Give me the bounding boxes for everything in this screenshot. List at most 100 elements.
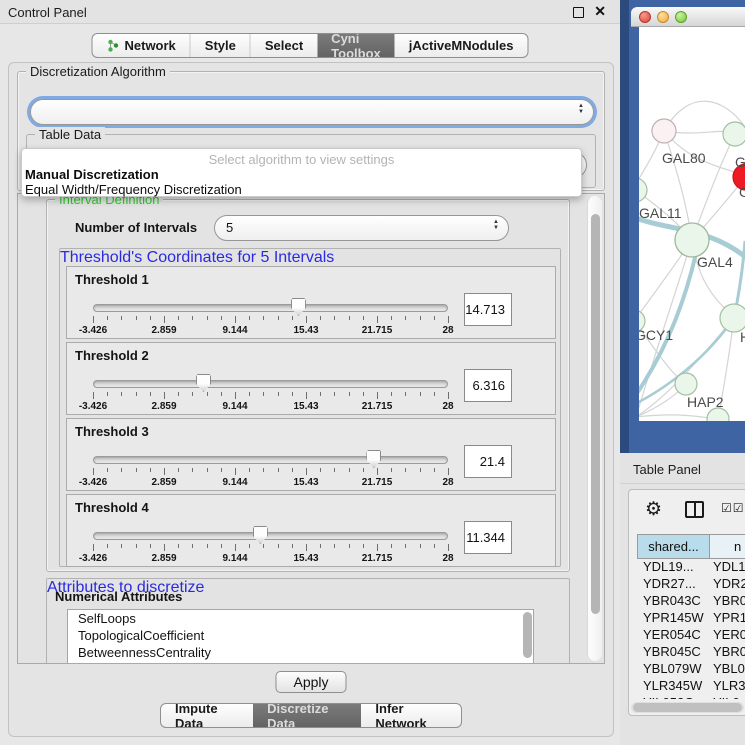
slider-track[interactable] <box>93 456 448 464</box>
threshold-value-field[interactable]: 14.713 <box>464 293 512 326</box>
table-row[interactable]: YBR043CYBR0 <box>637 593 745 610</box>
algorithm-combobox[interactable]: ▲▼ <box>30 99 594 125</box>
slider-tick <box>235 468 236 475</box>
list-item[interactable]: SelfLoops <box>68 610 533 627</box>
slider-tick <box>192 544 193 548</box>
slider-tick <box>434 392 435 396</box>
list-item[interactable]: TopologicalCoefficient <box>68 627 533 644</box>
list-item[interactable]: BetweennessCentrality <box>68 644 533 661</box>
table-row[interactable]: YDR27...YDR2 <box>637 576 745 593</box>
table-row[interactable]: YPR145WYPR1 <box>637 610 745 627</box>
slider-tick <box>420 544 421 548</box>
slider-tick <box>278 316 279 320</box>
table-row[interactable]: YBL079WYBL0 <box>637 661 745 678</box>
slider-scale-label: 2.859 <box>151 477 176 488</box>
threshold-1-slider[interactable]: -3.4262.8599.14415.4321.71528 <box>93 301 448 339</box>
slider-track[interactable] <box>93 304 448 312</box>
slider-tick <box>292 468 293 472</box>
slider-tick <box>178 316 179 320</box>
combo-spinner-icon[interactable]: ▲▼ <box>493 219 499 231</box>
node-gal80[interactable] <box>652 119 676 143</box>
threshold-4-panel: Threshold 4 -3.4262.8599.14415.4321.7152… <box>66 494 556 567</box>
table-row[interactable]: YLR345WYLR3 <box>637 678 745 695</box>
table-row[interactable]: YBR045CYBR0 <box>637 644 745 661</box>
tab-label: Network <box>124 38 175 53</box>
table-row[interactable]: YIL052CYIL0 <box>637 695 745 699</box>
tab-label: Impute Data <box>175 703 239 728</box>
tab-impute-data[interactable]: Impute Data <box>161 704 253 727</box>
minimize-traffic-light-icon[interactable] <box>657 11 669 23</box>
table-horizontal-scrollbar[interactable] <box>631 702 744 713</box>
slider-tick <box>306 468 307 475</box>
slider-tick <box>150 544 151 548</box>
close-icon[interactable]: ✕ <box>594 3 606 20</box>
node-hap2[interactable] <box>675 373 697 395</box>
node-gal4[interactable] <box>675 223 709 257</box>
tab-jactivemnodules[interactable]: jActiveMNodules <box>395 34 528 57</box>
node-top-right[interactable] <box>723 122 745 146</box>
slider-tick <box>377 544 378 551</box>
threshold-3-slider[interactable]: -3.4262.8599.14415.4321.71528 <box>93 453 448 491</box>
dropdown-option-equal-width[interactable]: Equal Width/Frequency Discretization <box>25 182 242 197</box>
slider-scale-label: -3.426 <box>79 553 107 564</box>
tab-cyni-toolbox[interactable]: Cyni Toolbox <box>317 34 395 57</box>
threshold-value-field[interactable]: 11.344 <box>464 521 512 554</box>
threshold-1-panel: Threshold 1 -3.4262.8599.14415.4321.7152… <box>66 266 556 339</box>
slider-scale-label: 28 <box>442 477 453 488</box>
scrollbar-thumb[interactable] <box>633 703 742 712</box>
column-header-shared[interactable]: shared... <box>638 535 710 558</box>
tab-network[interactable]: Network <box>92 34 189 57</box>
threshold-4-slider[interactable]: -3.4262.8599.14415.4321.71528 <box>93 529 448 567</box>
combo-spinner-icon[interactable]: ▲▼ <box>578 103 584 115</box>
numerical-attributes-label: Numerical Attributes <box>55 589 182 604</box>
tab-label: Select <box>265 38 303 53</box>
slider-track[interactable] <box>93 380 448 388</box>
threshold-2-slider[interactable]: -3.4262.8599.14415.4321.71528 <box>93 377 448 415</box>
slider-tick <box>420 316 421 320</box>
apply-button[interactable]: Apply <box>275 671 346 693</box>
threshold-value-field[interactable]: 21.4 <box>464 445 512 478</box>
panel-scrollbar[interactable] <box>587 196 602 661</box>
slider-track[interactable] <box>93 532 448 540</box>
tab-infer-network[interactable]: Infer Network <box>361 704 461 727</box>
dropdown-placeholder-item[interactable]: Select algorithm to view settings <box>22 152 581 167</box>
slider-ticks <box>93 392 448 400</box>
slider-ticks <box>93 544 448 552</box>
slider-tick <box>363 544 364 548</box>
split-columns-icon[interactable] <box>685 501 704 518</box>
slider-thumb[interactable] <box>291 298 306 316</box>
close-traffic-light-icon[interactable] <box>639 11 651 23</box>
tab-label: Discretize Data <box>267 703 347 728</box>
float-window-icon[interactable] <box>573 7 584 18</box>
list-scrollbar[interactable] <box>523 612 532 658</box>
table-row[interactable]: YER054CYER0 <box>637 627 745 644</box>
tab-style[interactable]: Style <box>190 34 250 57</box>
slider-tick <box>121 392 122 396</box>
threshold-value-field[interactable]: 6.316 <box>464 369 512 402</box>
numerical-attributes-list[interactable]: SelfLoops TopologicalCoefficient Between… <box>67 609 534 664</box>
column-header-name[interactable]: n <box>710 535 745 558</box>
slider-tick <box>107 468 108 472</box>
num-intervals-combobox[interactable]: 5 ▲▼ <box>214 215 509 241</box>
slider-scale-label: -3.426 <box>79 401 107 412</box>
tab-discretize-data[interactable]: Discretize Data <box>253 704 361 727</box>
slider-thumb[interactable] <box>253 526 268 544</box>
slider-scale-label: 21.715 <box>362 401 393 412</box>
slider-thumb[interactable] <box>196 374 211 392</box>
network-canvas[interactable]: GAL80 GA GAL11 C GAL4 GCY1 H HAP2 <box>639 27 745 421</box>
tab-select[interactable]: Select <box>250 34 317 57</box>
checkbox-columns-icon[interactable]: ☑☑ <box>721 501 745 515</box>
gear-icon[interactable]: ⚙ <box>645 498 662 521</box>
scrollbar-thumb[interactable] <box>591 214 600 614</box>
dropdown-option-manual[interactable]: Manual Discretization <box>25 167 159 182</box>
zoom-traffic-light-icon[interactable] <box>675 11 687 23</box>
node-right-h[interactable] <box>720 304 745 332</box>
table-row[interactable]: YDL19...YDL1 <box>637 559 745 576</box>
tab-label: jActiveMNodules <box>409 38 514 53</box>
slider-scale-label: -3.426 <box>79 325 107 336</box>
slider-scale-label: 28 <box>442 401 453 412</box>
network-icon <box>106 39 119 52</box>
slider-thumb[interactable] <box>366 450 381 468</box>
slider-tick <box>207 316 208 320</box>
slider-tick <box>420 392 421 396</box>
